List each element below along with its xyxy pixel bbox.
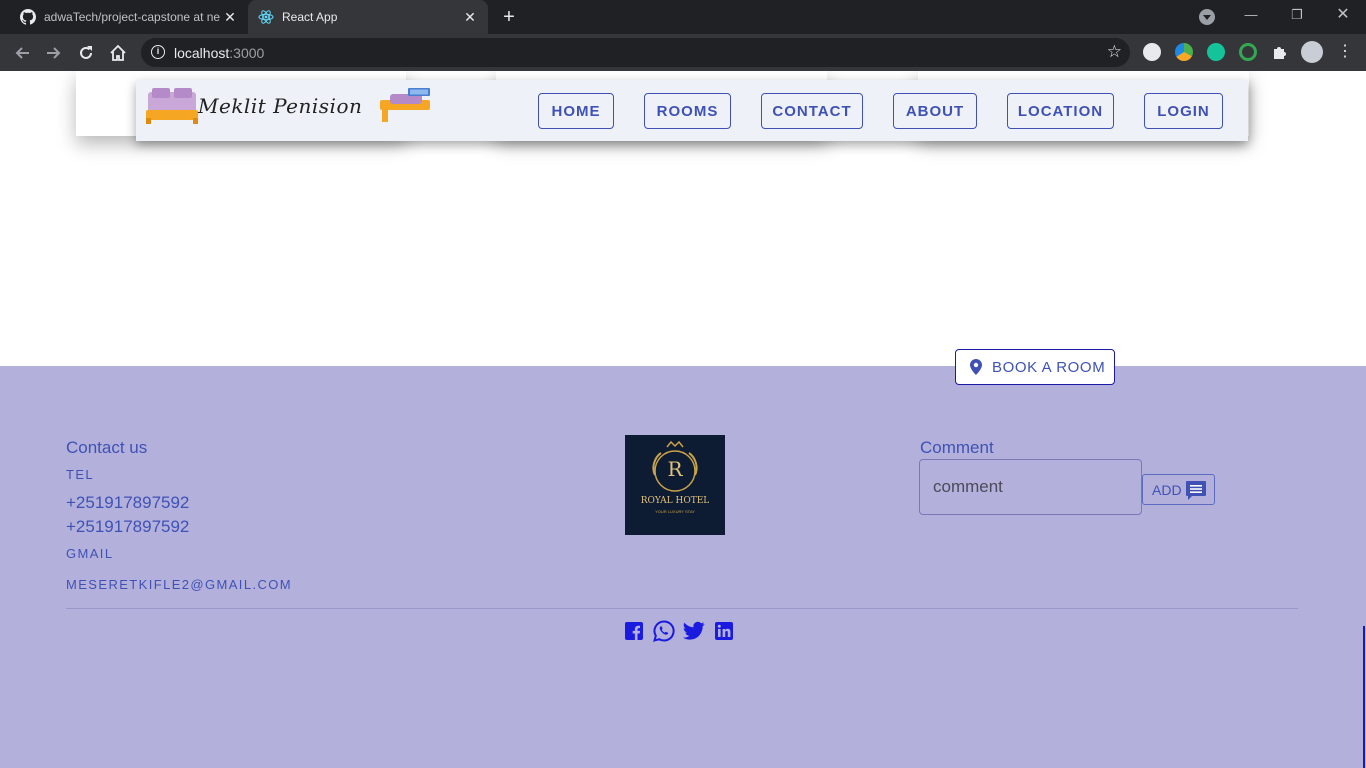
- hotel-logo-tagline: YOUR LUXURY STAY: [655, 509, 695, 514]
- tab-search-icon[interactable]: [1199, 9, 1215, 25]
- address-bar[interactable]: i localhost:3000 ☆: [141, 38, 1130, 67]
- tel-label: TEL: [66, 467, 95, 482]
- restore-icon[interactable]: ❐: [1285, 5, 1309, 25]
- bookmark-star-icon[interactable]: ☆: [1107, 42, 1122, 62]
- extensions-puzzle-icon[interactable]: [1271, 43, 1289, 61]
- grammarly-icon[interactable]: [1207, 43, 1225, 61]
- linkedin-icon[interactable]: [713, 620, 735, 642]
- comment-heading: Comment: [920, 438, 994, 457]
- logo-text: Meklit Penision: [198, 94, 363, 118]
- nav-about-button[interactable]: ABOUT: [893, 93, 977, 129]
- email-address: MESERETKIFLE2@GMAIL.COM: [66, 577, 292, 592]
- nav-location-button[interactable]: LOCATION: [1007, 93, 1114, 129]
- location-pin-icon: [970, 359, 982, 375]
- url-text: localhost:3000: [174, 45, 265, 61]
- twitter-icon[interactable]: [683, 620, 705, 642]
- site-info-icon[interactable]: i: [151, 45, 165, 59]
- tab-title: adwaTech/project-capstone at ne: [44, 10, 220, 24]
- nav-rooms-button[interactable]: ROOMS: [644, 93, 731, 129]
- comment-icon: [1185, 480, 1207, 500]
- menu-kebab-icon[interactable]: ⋮: [1337, 43, 1353, 61]
- forward-icon[interactable]: [42, 41, 66, 65]
- contact-heading: Contact us: [66, 438, 148, 457]
- tab-title: React App: [282, 10, 338, 24]
- footer-divider: [66, 608, 1298, 609]
- book-label: BOOK A ROOM: [992, 358, 1106, 376]
- github-icon: [20, 9, 36, 25]
- hotel-logo-name: ROYAL HOTEL: [640, 496, 710, 506]
- extension-color-icon[interactable]: [1175, 43, 1193, 61]
- comment-input[interactable]: [919, 459, 1142, 515]
- react-icon: [258, 9, 274, 25]
- gmail-label: GMAIL: [66, 546, 114, 561]
- footer: Contact us TEL +251917897592 +2519178975…: [0, 366, 1366, 768]
- reload-icon[interactable]: [74, 41, 98, 65]
- whatsapp-icon[interactable]: [653, 620, 675, 642]
- new-tab-button[interactable]: +: [498, 7, 520, 29]
- extension-circle-icon[interactable]: [1239, 43, 1257, 61]
- page-content: Meklit Penision HOME ROOMS CONTACT ABOUT…: [0, 71, 1366, 768]
- nav-contact-button[interactable]: CONTACT: [761, 93, 863, 129]
- close-icon[interactable]: ✕: [462, 9, 478, 25]
- window-close-icon[interactable]: ✕: [1331, 5, 1355, 25]
- hotel-logo: R ROYAL HOTEL YOUR LUXURY STAY: [625, 435, 725, 535]
- tab-react-app[interactable]: React App ✕: [248, 0, 488, 34]
- book-a-room-button[interactable]: BOOK A ROOM: [955, 349, 1115, 385]
- browser-toolbar: i localhost:3000 ☆ ⋮: [0, 34, 1366, 71]
- phone-number: +251917897592: [66, 493, 190, 512]
- nav-login-button[interactable]: LOGIN: [1144, 93, 1223, 129]
- back-icon[interactable]: [10, 41, 34, 65]
- navbar: Meklit Penision HOME ROOMS CONTACT ABOUT…: [136, 80, 1248, 141]
- tab-github[interactable]: adwaTech/project-capstone at ne ✕: [8, 0, 248, 34]
- extension-w-icon[interactable]: [1143, 43, 1161, 61]
- minimize-icon[interactable]: —: [1239, 5, 1263, 25]
- hotel-logo-letter: R: [667, 457, 683, 481]
- close-icon[interactable]: ✕: [222, 9, 238, 25]
- site-logo[interactable]: Meklit Penision: [146, 86, 436, 130]
- nav-home-button[interactable]: HOME: [538, 93, 614, 129]
- add-label: ADD: [1152, 481, 1182, 498]
- add-comment-button[interactable]: ADD: [1142, 474, 1215, 505]
- facebook-icon[interactable]: [623, 620, 645, 642]
- scroll-edge-line: [1363, 626, 1365, 768]
- phone-number: +251917897592: [66, 517, 190, 536]
- browser-tab-strip: adwaTech/project-capstone at ne ✕ React …: [0, 0, 1366, 34]
- profile-avatar[interactable]: [1301, 41, 1323, 63]
- home-icon[interactable]: [106, 41, 130, 65]
